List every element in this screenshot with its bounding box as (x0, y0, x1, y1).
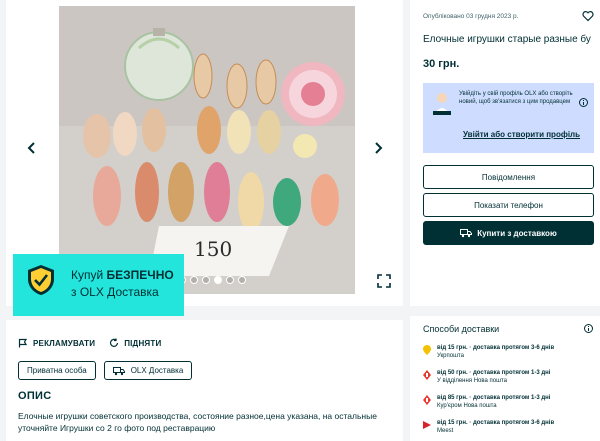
flag-icon (18, 338, 28, 348)
ornaments-photo: 150 (59, 6, 355, 294)
safe-delivery-banner[interactable]: Купуй БЕЗПЕЧНО з OLX Доставка (13, 254, 184, 316)
banner-prefix: Купуй (71, 268, 107, 282)
info-icon[interactable] (584, 324, 593, 333)
info-icon[interactable] (579, 98, 588, 107)
published-date: Опубліковано 03 грудня 2023 р. (423, 13, 519, 20)
meest-icon (423, 421, 431, 429)
buy-with-delivery-button[interactable]: Купити з доставкою (423, 221, 594, 245)
buy-label: Купити з доставкою (477, 228, 557, 238)
delivery-item-nova-poshta-branch: від 50 грн. · доставка протягом 1-3 дні У… (423, 369, 593, 394)
banner-bold: БЕЗПЕЧНО (106, 268, 174, 282)
handwritten-price: 150 (194, 237, 232, 261)
seller-type-tag: Приватна особа (18, 361, 96, 380)
report-label: РЕКЛАМУВАТИ (33, 338, 96, 348)
delivery-carrier: У відділення Нова пошта (437, 378, 507, 384)
olx-delivery-tag: OLX Доставка (103, 361, 193, 380)
refresh-icon (110, 338, 119, 347)
login-promo: Увійдіть у свій профіль OLX або створіть… (423, 83, 594, 153)
nova-poshta-icon (423, 370, 431, 380)
delivery-price: від 50 грн. · доставка протягом 1-3 дні (437, 370, 551, 376)
report-button[interactable]: РЕКЛАМУВАТИ (18, 338, 95, 348)
delivery-list: від 15 грн. · доставка протягом 3-6 днів… (423, 344, 593, 441)
login-link[interactable]: Увійти або створити профіль (463, 130, 580, 139)
listing-title: Елочные игрушки старые разные бу (423, 34, 591, 45)
banner-line-1: Купуй БЕЗПЕЧНО (71, 268, 174, 282)
promo-text: Увійдіть у свій профіль OLX або створіть… (459, 91, 573, 105)
description-card: РЕКЛАМУВАТИ ПІДНЯТИ Приватна особа OLX Д… (6, 320, 403, 441)
pagination-dot[interactable] (202, 276, 210, 284)
delivery-price: від 15 грн. · доставка протягом 3-6 днів (437, 345, 555, 351)
delivery-price: від 85 грн. · доставка протягом 1-3 дні (437, 395, 551, 401)
expand-icon[interactable] (377, 274, 391, 288)
truck-icon (112, 366, 125, 375)
chevron-left-icon (27, 142, 35, 154)
previous-photo-button[interactable] (22, 138, 42, 158)
heart-icon[interactable] (582, 10, 594, 22)
listing-info-card: Опубліковано 03 грудня 2023 р. Елочные и… (410, 0, 600, 306)
pagination-dot[interactable] (226, 276, 234, 284)
delivery-carrier: Кур'єром Нова пошта (437, 403, 497, 409)
bump-label: ПІДНЯТИ (124, 338, 162, 348)
delivery-item-ukrposhta: від 15 грн. · доставка протягом 3-6 днів… (423, 344, 593, 369)
truck-icon (460, 229, 473, 238)
delivery-item-nova-poshta-courier: від 85 грн. · доставка протягом 1-3 дні К… (423, 394, 593, 419)
listing-photo[interactable]: 150 (59, 6, 355, 294)
messages-button[interactable]: Повідомлення (423, 165, 594, 189)
show-phone-button[interactable]: Показати телефон (423, 193, 594, 217)
shield-check-icon (28, 265, 54, 295)
olx-delivery-label: OLX Доставка (130, 366, 184, 375)
user-illustration-icon (433, 93, 451, 115)
delivery-item-meest: від 15 грн. · доставка протягом 3-6 днів… (423, 419, 593, 441)
delivery-price: від 15 грн. · доставка протягом 3-6 днів (437, 420, 555, 426)
delivery-carrier: Укрпошта (437, 353, 464, 359)
next-photo-button[interactable] (368, 138, 388, 158)
nova-poshta-icon (423, 395, 431, 405)
pagination-dot[interactable] (190, 276, 198, 284)
delivery-methods-card: Способи доставки від 15 грн. · доставка … (410, 316, 600, 441)
bump-button[interactable]: ПІДНЯТИ (109, 338, 161, 348)
chevron-right-icon (375, 142, 383, 154)
delivery-title: Способи доставки (423, 324, 500, 334)
seller-type-label: Приватна особа (27, 366, 87, 375)
ukrposhta-icon (423, 345, 431, 355)
description-title: ОПИС (18, 390, 52, 402)
description-text: Елочные игрушки советского производства,… (18, 411, 377, 433)
pagination-dot[interactable] (214, 276, 222, 284)
delivery-carrier: Meest (437, 428, 454, 434)
pagination-dot[interactable] (238, 276, 246, 284)
banner-line-2: з OLX Доставка (71, 285, 159, 299)
listing-price: 30 грн. (423, 58, 460, 70)
